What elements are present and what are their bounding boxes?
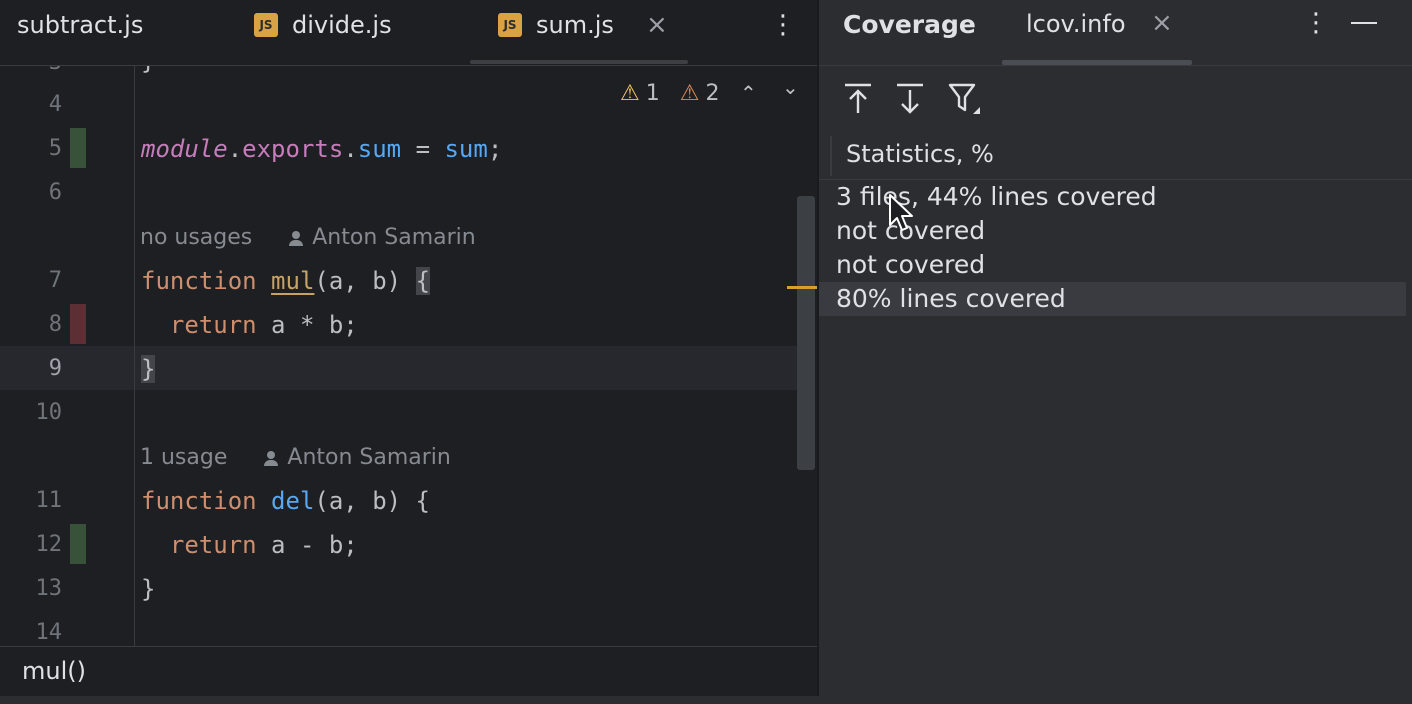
line-number: 14 (35, 620, 63, 645)
person-icon (261, 448, 281, 468)
warning-count: 1 (645, 80, 660, 106)
author-name[interactable]: Anton Samarin (287, 443, 450, 473)
breadcrumb-bar: mul() (0, 646, 817, 696)
export-icon[interactable] (895, 82, 925, 116)
close-tab-icon[interactable]: × (646, 0, 668, 50)
warning-icon: ⚠ (620, 80, 640, 106)
panel-title: Coverage (843, 10, 976, 39)
line-number: 12 (35, 532, 63, 557)
line-number: 13 (35, 576, 63, 601)
minimize-icon[interactable] (1351, 22, 1377, 24)
current-line-highlight (0, 346, 815, 390)
active-tab-indicator (470, 60, 688, 64)
window-bottom-border (0, 696, 1412, 704)
editor-scrollbar[interactable] (797, 196, 815, 470)
editor-tabs-more-icon[interactable]: ⋮ (770, 10, 796, 40)
person-icon (286, 228, 306, 248)
coverage-covered-marker[interactable] (70, 524, 86, 564)
author-name[interactable]: Anton Samarin (312, 223, 475, 253)
coverage-toolbar (819, 66, 1412, 132)
line-number: 6 (48, 180, 62, 205)
import-icon[interactable] (843, 82, 873, 116)
js-file-icon: JS (498, 13, 522, 37)
line-number: 10 (35, 400, 63, 425)
tab-label: sum.js (536, 11, 614, 39)
weak-warning-icon: ⚠ (679, 80, 700, 106)
line-number: 3 (0, 66, 62, 78)
usage-hint[interactable]: 1 usage Anton Samarin (140, 443, 451, 473)
tab-lcov-info[interactable]: lcov.info (1026, 10, 1126, 38)
js-file-icon: JS (254, 13, 278, 37)
panel-options-icon[interactable]: ⋮ (1303, 8, 1329, 38)
breadcrumb-function[interactable]: mul() (22, 657, 86, 685)
error-stripe-marker[interactable] (787, 286, 817, 289)
weak-warning-count: 2 (705, 80, 720, 106)
code-line-3: } (141, 66, 155, 76)
close-tab-icon[interactable]: × (1151, 8, 1173, 38)
coverage-panel: Coverage lcov.info × ⋮ Statistics, % 3 f… (819, 0, 1412, 696)
code-line-12: return a - b; (141, 531, 358, 559)
code-line-7: function mul(a, b) { (141, 267, 431, 295)
code-line-9: } (141, 355, 156, 383)
code-line-11: function del(a, b) { (141, 487, 430, 515)
usage-hint[interactable]: no usages Anton Samarin (140, 223, 476, 253)
mouse-cursor-icon (889, 194, 913, 231)
line-number: 4 (48, 92, 62, 117)
code-line-8: return a * b; (141, 311, 358, 339)
coverage-table-header: Statistics, % (819, 132, 1412, 180)
usages-count[interactable]: no usages (140, 223, 252, 253)
tab-sum-js[interactable]: JS sum.js (498, 0, 614, 50)
gutter-separator (134, 66, 135, 646)
editor-pane: subtract.js JS divide.js JS sum.js × ⋮ 3… (0, 0, 817, 696)
next-problem-icon[interactable]: ⌄ (782, 72, 799, 102)
editor-tab-bar: subtract.js JS divide.js JS sum.js × ⋮ (0, 0, 817, 66)
column-header-statistics[interactable]: Statistics, % (846, 140, 994, 168)
previous-problem-icon[interactable]: ⌃ (740, 78, 757, 108)
tab-divide-js[interactable]: JS divide.js (254, 0, 392, 50)
tab-label: divide.js (292, 11, 392, 39)
line-number: 11 (35, 488, 63, 513)
line-number: 9 (48, 356, 62, 381)
code-line-5: module.exports.sum = sum; (141, 135, 503, 163)
coverage-covered-marker[interactable] (70, 128, 86, 168)
coverage-row-selected[interactable]: 80% lines covered (819, 282, 1406, 316)
coverage-tab-bar: Coverage lcov.info × ⋮ (819, 0, 1412, 66)
tab-subtract-js[interactable]: subtract.js (17, 0, 143, 50)
code-line-13: } (141, 575, 156, 603)
filter-icon[interactable] (947, 82, 983, 116)
usages-count[interactable]: 1 usage (140, 443, 227, 473)
code-editor[interactable]: 3 4 5 6 7 8 9 10 11 12 13 14 } module.ex… (0, 66, 817, 646)
column-separator (830, 136, 832, 176)
line-number: 5 (48, 136, 62, 161)
line-number: 8 (48, 312, 62, 337)
active-tab-indicator (1002, 60, 1192, 65)
coverage-uncovered-marker[interactable] (70, 304, 86, 344)
inspection-widget[interactable]: ⚠ 1 ⚠ 2 (620, 78, 719, 108)
coverage-row[interactable]: not covered (819, 248, 1406, 282)
line-number: 7 (48, 268, 62, 293)
tab-label: subtract.js (17, 11, 144, 39)
